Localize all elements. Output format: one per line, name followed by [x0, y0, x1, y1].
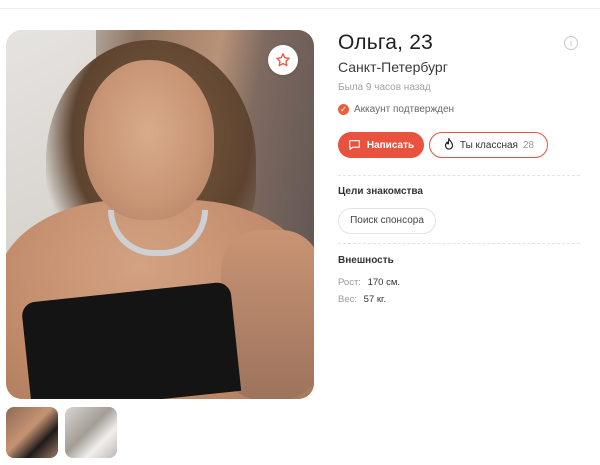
- last-seen: Была 9 часов назад: [338, 82, 431, 93]
- height-row: Рост: 170 см.: [338, 277, 400, 288]
- favorite-button[interactable]: [268, 45, 298, 75]
- weight-value: 57 кг.: [363, 294, 386, 305]
- compliment-count: 28: [522, 139, 535, 151]
- photo-face: [84, 60, 214, 220]
- photo-thumbnail[interactable]: [65, 407, 117, 458]
- section-divider: [338, 175, 580, 176]
- goals-title: Цели знакомства: [338, 186, 423, 197]
- info-icon[interactable]: i: [564, 36, 578, 50]
- compliment-button[interactable]: Ты классная 28: [429, 132, 548, 158]
- star-outline-icon: [276, 53, 290, 67]
- weight-row: Вес: 57 кг.: [338, 294, 386, 305]
- verified-status: ✓ Аккаунт подтвержден: [338, 104, 454, 115]
- appearance-title: Внешность: [338, 255, 394, 266]
- flame-icon: [444, 138, 454, 150]
- section-divider: [338, 243, 580, 244]
- check-circle-icon: ✓: [338, 104, 349, 115]
- profile-city: Санкт-Петербург: [338, 59, 448, 75]
- photo-top: [20, 281, 242, 399]
- write-message-label: Написать: [366, 139, 415, 151]
- verified-label: Аккаунт подтвержден: [354, 104, 455, 115]
- chat-bubble-icon: [348, 140, 360, 150]
- header-divider: [0, 8, 600, 9]
- main-profile-photo[interactable]: [6, 30, 314, 399]
- height-value: 170 см.: [367, 277, 401, 288]
- write-message-button[interactable]: Написать: [338, 132, 424, 158]
- goal-chip: Поиск спонсора: [338, 208, 436, 234]
- compliment-label: Ты классная: [459, 139, 518, 151]
- profile-name-age: Ольга, 23: [338, 31, 433, 54]
- height-label: Рост:: [338, 277, 361, 288]
- weight-label: Вес:: [338, 294, 358, 305]
- photo-thumbnail[interactable]: [6, 407, 58, 458]
